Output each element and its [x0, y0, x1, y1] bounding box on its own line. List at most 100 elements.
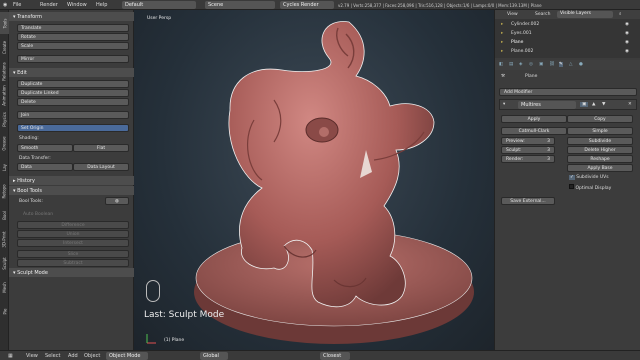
catmull-clark-toggle[interactable]: Catmull-Clark	[501, 127, 567, 135]
tab-physics[interactable]: Physics	[0, 108, 9, 130]
snap-target-selector[interactable]: Closest	[320, 352, 350, 360]
menu-file[interactable]: File	[13, 2, 21, 8]
sculpt-levels-field[interactable]: Sculpt: 3	[501, 146, 555, 154]
world-icon[interactable]: ◎	[529, 62, 533, 67]
rotate-button[interactable]: Rotate	[17, 33, 129, 41]
data-icon[interactable]: △	[569, 62, 572, 67]
apply-base-button[interactable]: Apply Base	[567, 164, 633, 172]
intersect-button[interactable]: Intersect	[17, 239, 129, 247]
transform-orientation-selector[interactable]: Global	[200, 352, 228, 360]
tab-sculpt[interactable]: Sculpt	[0, 252, 9, 274]
render-levels-field[interactable]: Render: 3	[501, 155, 555, 163]
add-modifier-dropdown[interactable]: Add Modifier	[499, 88, 637, 96]
object-icon[interactable]: ▣	[539, 62, 543, 67]
move-down-icon[interactable]: ▼	[602, 102, 605, 107]
menu-window[interactable]: Window	[67, 2, 87, 8]
menu-help[interactable]: Help	[96, 2, 107, 8]
eye-icon[interactable]: ◉	[625, 22, 629, 27]
union-button[interactable]: Union	[17, 230, 129, 238]
subdivide-button[interactable]: Subdivide	[567, 137, 633, 145]
tab-create[interactable]: Create	[0, 36, 9, 58]
simple-toggle[interactable]: Simple	[567, 127, 633, 135]
sculpt-mode-panel-header[interactable]: ▾ Sculpt Mode	[9, 268, 134, 277]
bool-tools-panel-header[interactable]: ▾ Bool Tools	[9, 186, 134, 195]
delete-higher-button[interactable]: Delete Higher	[567, 146, 633, 154]
optimal-display-checkbox[interactable]: Optimal Display	[569, 184, 611, 191]
tab-tools[interactable]: Tools	[0, 12, 9, 34]
sculpted-elephant-model[interactable]	[134, 10, 494, 350]
tab-grease-pencil[interactable]: Grease	[0, 132, 9, 154]
join-button[interactable]: Join	[17, 111, 129, 119]
layers-icon[interactable]: ▤	[509, 62, 513, 67]
outliner-search-menu[interactable]: Search	[535, 12, 550, 17]
outliner-item-plane[interactable]: Plane	[511, 40, 523, 45]
tab-retopo[interactable]: Retopo	[0, 180, 9, 202]
tab-mesh[interactable]: Mesh	[0, 276, 9, 298]
menu-object[interactable]: Object	[84, 353, 100, 359]
menu-view[interactable]: View	[26, 353, 38, 359]
bool-tools-toggle[interactable]: ◍	[105, 197, 129, 205]
slice-button[interactable]: Slice	[17, 250, 129, 258]
tab-3d-print[interactable]: 3D-Print	[0, 228, 9, 250]
viewport-display-icon[interactable]: ▣	[580, 102, 589, 107]
modifier-header: ▾ Multires ▣ ▲ ▼ ✕	[499, 99, 637, 110]
preview-levels-field[interactable]: Preview: 3	[501, 137, 555, 145]
outliner-item-cylinder[interactable]: Cylinder.002	[511, 22, 539, 27]
tab-pie[interactable]: Pie	[0, 300, 9, 322]
translate-button[interactable]: Translate	[17, 24, 129, 32]
tab-lay[interactable]: Lay	[0, 156, 9, 178]
subdivide-uvs-checkbox[interactable]: ✓ Subdivide UVs	[569, 175, 609, 180]
tab-animation[interactable]: Animation	[0, 84, 9, 106]
duplicate-linked-button[interactable]: Duplicate Linked	[17, 89, 129, 97]
3d-viewport[interactable]: User Persp Last: Sculpt Mode (1) Plane	[134, 10, 494, 350]
search-icon[interactable]: ⌕	[619, 11, 622, 17]
history-panel-header[interactable]: ▸ History	[9, 176, 134, 185]
menu-render[interactable]: Render	[40, 2, 58, 8]
outliner-item-eyes[interactable]: Eyes.001	[511, 31, 532, 36]
outliner-filter-selector[interactable]: Visible Layers	[557, 11, 613, 18]
menu-add[interactable]: Add	[68, 353, 78, 359]
data-layout-button[interactable]: Data Layout	[73, 163, 129, 171]
transform-panel-header[interactable]: ▾ Transform	[9, 12, 134, 21]
render-engine-selector[interactable]: Cycles Render	[280, 1, 334, 9]
outliner-item-plane-002[interactable]: Plane.002	[511, 49, 533, 54]
render-icon[interactable]: ◧	[499, 62, 503, 67]
editor-type-icon[interactable]: ▦	[8, 353, 13, 359]
eye-icon[interactable]: ◉	[625, 49, 629, 54]
smooth-button[interactable]: Smooth	[17, 144, 73, 152]
wrench-icon[interactable]: ✎	[559, 62, 563, 67]
reshape-button[interactable]: Reshape	[567, 155, 633, 163]
duplicate-button[interactable]: Duplicate	[17, 80, 129, 88]
data-button[interactable]: Data	[17, 163, 73, 171]
apply-button[interactable]: Apply	[501, 115, 567, 123]
copy-button[interactable]: Copy	[567, 115, 633, 123]
scene-icon[interactable]: ◈	[519, 62, 522, 67]
layout-selector[interactable]: Default	[122, 1, 196, 9]
mirror-button[interactable]: Mirror	[17, 55, 129, 63]
move-up-icon[interactable]: ▲	[592, 102, 595, 107]
delete-button[interactable]: Delete	[17, 98, 129, 106]
expand-arrow-icon[interactable]: ▾	[503, 102, 505, 107]
difference-button[interactable]: Difference	[17, 221, 129, 229]
tab-relations[interactable]: Relations	[0, 60, 9, 82]
menu-select[interactable]: Select	[45, 353, 60, 359]
save-external-button[interactable]: Save External...	[501, 197, 555, 205]
tool-tab-strip: Tools Create Relations Animation Physics…	[0, 10, 9, 350]
subtract-button[interactable]: Subtract	[17, 259, 129, 267]
set-origin-dropdown[interactable]: Set Origin	[17, 124, 129, 132]
material-icon[interactable]: ●	[579, 62, 583, 67]
flat-button[interactable]: Flat	[73, 144, 129, 152]
mode-selector[interactable]: Object Mode	[106, 352, 148, 360]
blender-logo-icon[interactable]: ◉	[3, 2, 7, 8]
scale-button[interactable]: Scale	[17, 42, 129, 50]
outliner-view-menu[interactable]: View	[507, 12, 518, 17]
tab-bool[interactable]: Bool	[0, 204, 9, 226]
scene-selector[interactable]: Scene	[205, 1, 275, 9]
constraints-icon[interactable]: ⛓	[549, 62, 555, 67]
eye-icon[interactable]: ◉	[625, 40, 629, 45]
close-icon[interactable]: ✕	[628, 102, 632, 107]
edit-panel-header[interactable]: ▾ Edit	[9, 68, 134, 77]
eye-icon[interactable]: ◉	[625, 31, 629, 36]
triangle-icon: ▸	[501, 31, 504, 36]
modifier-name-field[interactable]: Multires	[518, 101, 576, 109]
